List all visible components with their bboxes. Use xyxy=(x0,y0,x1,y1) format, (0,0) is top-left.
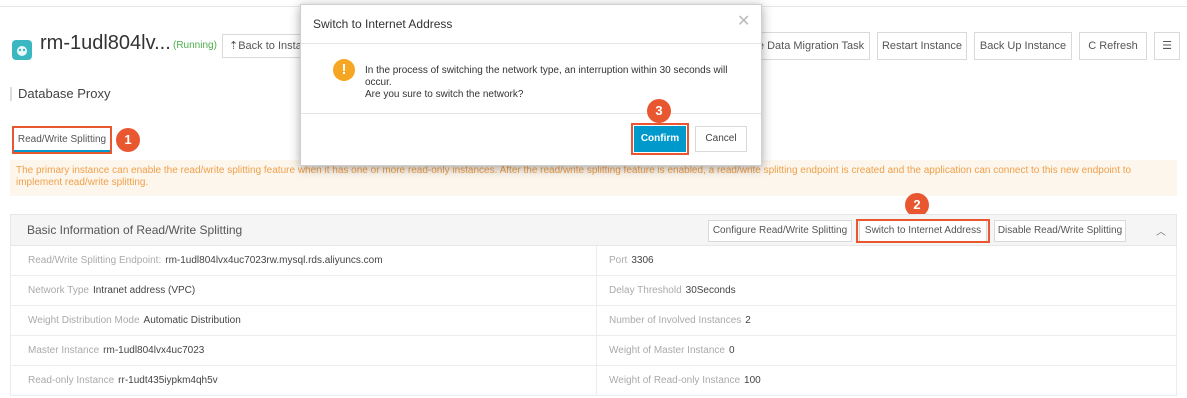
field-label: Delay Threshold xyxy=(609,285,682,296)
field-value: 0 xyxy=(728,345,735,356)
dialog-footer-divider xyxy=(301,113,761,114)
section-accent-bar xyxy=(10,87,12,101)
back-button[interactable]: ⇡Back to Instances xyxy=(222,34,304,58)
status-badge: (Running) xyxy=(173,40,217,51)
field-value: rm-1udl804lvx4uc7023rw.mysql.rds.aliyunc… xyxy=(165,255,383,266)
dialog-message-line-2: Are you sure to switch the network? xyxy=(365,89,524,100)
field-label: Port xyxy=(609,255,628,266)
cell-right: Port 3306 xyxy=(609,255,654,266)
table-row: Master Instance rm-1udl804lvx4uc7023 Weig… xyxy=(10,336,1177,366)
table-row: Read/Write Splitting Endpoint: rm-1udl804… xyxy=(10,246,1177,276)
panel-title: Basic Information of Read/Write Splittin… xyxy=(27,223,243,237)
instance-name: rm-1udl804lv... xyxy=(40,32,171,54)
dialog-divider xyxy=(301,43,761,44)
field-label: Weight Distribution Mode xyxy=(28,315,140,326)
field-label: Network Type xyxy=(28,285,89,296)
list-menu-button[interactable]: ☰ xyxy=(1154,32,1180,60)
field-value: 3306 xyxy=(631,255,654,266)
field-label: Master Instance xyxy=(28,345,100,356)
chevron-up-icon[interactable]: ︿ xyxy=(1156,223,1166,238)
field-value: rm-1udl804lvx4uc7023 xyxy=(103,345,205,356)
field-value: rr-1udt435iypkm4qh5v xyxy=(118,375,218,386)
refresh-button[interactable]: C Refresh xyxy=(1079,32,1147,60)
close-icon[interactable]: ✕ xyxy=(737,11,750,31)
configure-splitting-button[interactable]: Configure Read/Write Splitting xyxy=(708,220,852,242)
backup-instance-button[interactable]: Back Up Instance xyxy=(974,32,1072,60)
back-button-label: Back to Instances xyxy=(238,40,303,52)
cell-left: Weight Distribution Mode Automatic Distri… xyxy=(28,315,241,326)
refresh-button-label: Refresh xyxy=(1099,40,1138,52)
cell-right: Weight of Read-only Instance 100 xyxy=(609,375,761,386)
field-value: 2 xyxy=(745,315,751,326)
field-label: Read-only Instance xyxy=(28,375,115,386)
restart-instance-button[interactable]: Restart Instance xyxy=(877,32,967,60)
list-icon: ☰ xyxy=(1162,40,1172,52)
callout-badge-3: 3 xyxy=(647,99,671,123)
callout-highlight-tab xyxy=(12,126,112,154)
field-value: Automatic Distribution xyxy=(143,315,241,326)
table-row: Network Type Intranet address (VPC) Delay… xyxy=(10,276,1177,306)
column-divider xyxy=(596,336,597,365)
cell-left: Read-only Instance rr-1udt435iypkm4qh5v xyxy=(28,375,218,386)
field-value: 30Seconds xyxy=(685,285,736,296)
column-divider xyxy=(596,366,597,395)
cell-left: Network Type Intranet address (VPC) xyxy=(28,285,195,296)
refresh-icon: C xyxy=(1088,40,1100,52)
table-row: Weight Distribution Mode Automatic Distri… xyxy=(10,306,1177,336)
database-icon xyxy=(12,40,32,60)
column-divider xyxy=(596,246,597,275)
column-divider xyxy=(596,306,597,335)
table-row: Read-only Instance rr-1udt435iypkm4qh5v W… xyxy=(10,366,1177,396)
exclamation-icon: ! xyxy=(333,59,355,81)
cancel-button[interactable]: Cancel xyxy=(695,126,747,152)
cell-left: Master Instance rm-1udl804lvx4uc7023 xyxy=(28,345,204,356)
callout-badge-1: 1 xyxy=(116,128,140,152)
panel-header: Basic Information of Read/Write Splittin… xyxy=(10,214,1177,246)
page-title: Database Proxy xyxy=(18,86,111,101)
callout-highlight-switch xyxy=(856,219,990,243)
field-label: Weight of Master Instance xyxy=(609,345,725,356)
field-value: 100 xyxy=(744,375,761,386)
field-label: Weight of Read-only Instance xyxy=(609,375,741,386)
field-label: Read/Write Splitting Endpoint: xyxy=(28,255,162,266)
cell-right: Weight of Master Instance 0 xyxy=(609,345,735,356)
field-value: Intranet address (VPC) xyxy=(92,285,196,296)
field-label: Number of Involved Instances xyxy=(609,315,742,326)
cell-right: Delay Threshold 30Seconds xyxy=(609,285,736,296)
dialog-message-line-1: In the process of switching the network … xyxy=(365,65,728,88)
back-arrow-icon: ⇡ xyxy=(229,40,239,52)
column-divider xyxy=(596,276,597,305)
info-table: Read/Write Splitting Endpoint: rm-1udl804… xyxy=(10,246,1177,396)
switch-network-dialog: Switch to Internet Address ✕ ! In the pr… xyxy=(300,4,762,166)
dialog-message: In the process of switching the network … xyxy=(365,65,745,101)
dialog-title: Switch to Internet Address xyxy=(313,17,453,31)
cell-left: Read/Write Splitting Endpoint: rm-1udl804… xyxy=(28,255,383,266)
cell-right: Number of Involved Instances 2 xyxy=(609,315,751,326)
disable-splitting-button[interactable]: Disable Read/Write Splitting xyxy=(994,220,1126,242)
confirm-button[interactable]: Confirm xyxy=(634,126,686,152)
